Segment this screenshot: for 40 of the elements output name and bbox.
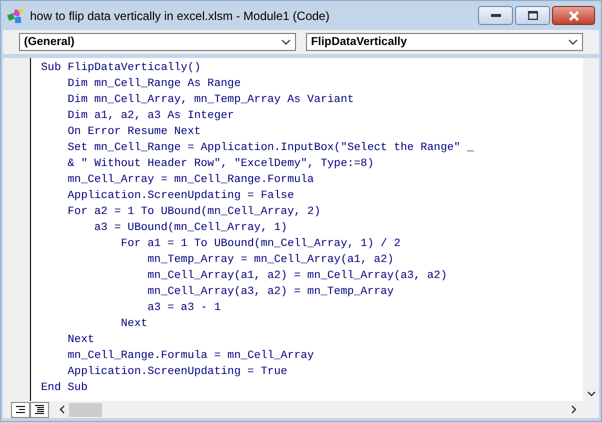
maximize-button[interactable] [515,6,550,25]
scroll-down-icon[interactable] [586,391,596,397]
close-button[interactable] [552,6,595,25]
code-line: a3 = a3 - 1 [146,301,222,316]
code-line: Dim mn_Cell_Array, mn_Temp_Array As Variant [66,93,355,108]
code-line: Next [120,317,149,332]
code-line: mn_Cell_Range.Formula = mn_Cell_Array [66,349,315,364]
scroll-right-icon[interactable] [571,405,577,414]
caret-icon [281,39,291,45]
code-line: Application.ScreenUpdating = True [66,365,288,380]
code-line: For a2 = 1 To UBound(mn_Cell_Array, 2) [66,205,322,220]
code-line: Application.ScreenUpdating = False [66,189,295,204]
scrollbar-thumb[interactable] [69,402,102,416]
caret-icon [568,39,578,45]
maximize-icon [528,11,538,20]
code-line: End Sub [41,381,89,396]
procedure-view-icon[interactable] [11,402,30,418]
code-line: mn_Cell_Array(a1, a2) = mn_Cell_Array(a3, a2) [146,269,448,284]
code-line: mn_Cell_Array = mn_Cell_Range.Formula [66,173,315,188]
close-icon [568,10,580,20]
scroll-left-icon[interactable] [59,405,65,414]
code-line: mn_Cell_Array(a3, a2) = mn_Temp_Array [146,285,395,300]
module-icon [7,8,25,24]
object-dropdown[interactable]: (General) [19,33,296,51]
window-title: how to flip data vertically in excel.xlsm - Module1 (Code) [30,8,330,22]
code-line: & " Without Header Row", "ExcelDemy", Type:=8) [66,157,375,172]
code-line: Set mn_Cell_Range = Application.InputBox("Select the Range" _ [66,141,475,156]
code-line: For a1 = 1 To UBound(mn_Cell_Array, 1) / 2 [120,237,402,252]
module-view-icon[interactable] [30,402,49,418]
code-editor[interactable] [31,58,583,401]
code-line: Sub FlipDataVertically() [41,61,202,76]
code-line: On Error Resume Next [66,125,202,140]
minimize-icon [490,14,500,18]
procedure-dropdown[interactable]: FlipDataVertically [306,33,583,51]
code-line: Dim mn_Cell_Range As Range [66,77,242,92]
code-line: a3 = UBound(mn_Cell_Array, 1) [93,221,288,236]
code-line: Next [66,333,96,348]
code-line: Dim a1, a2, a3 As Integer [66,109,236,124]
code-line: mn_Temp_Array = mn_Cell_Array(a1, a2) [146,253,395,268]
minimize-button[interactable] [478,6,513,25]
